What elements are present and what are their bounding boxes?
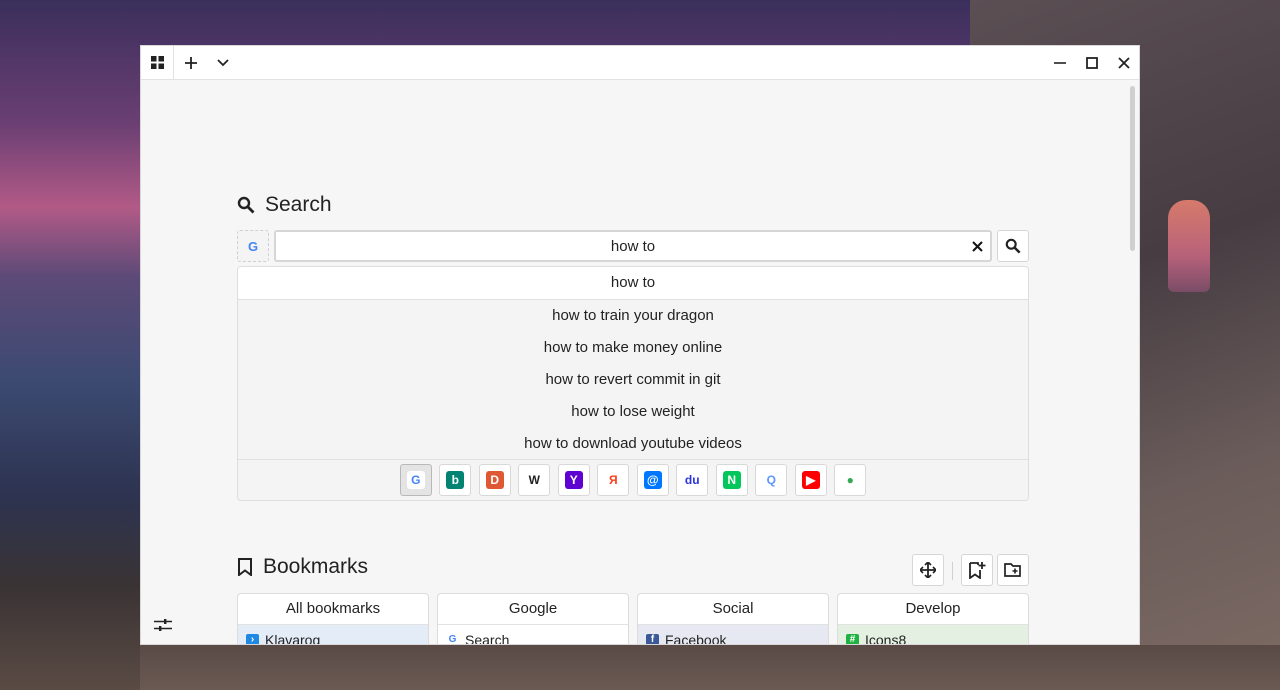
new-tab-plus-icon[interactable] <box>175 46 207 79</box>
naver-icon: N <box>722 471 741 489</box>
google-icon: G <box>406 471 425 489</box>
bookmark-label: Icons8 <box>865 632 907 645</box>
bookmark-icon <box>238 558 252 576</box>
search-bar: G <box>237 230 1029 264</box>
qwant-icon: Q <box>762 471 781 489</box>
add-folder-button[interactable] <box>997 554 1029 586</box>
scrollbar-thumb[interactable] <box>1130 86 1135 251</box>
search-title: Search <box>265 193 332 216</box>
suggestion-item[interactable]: how to revert commit in git <box>238 364 1028 396</box>
add-bookmark-button[interactable] <box>961 554 993 586</box>
folder-title[interactable]: Social <box>638 594 828 625</box>
folder-add-icon <box>1004 563 1021 577</box>
folder-title[interactable]: Develop <box>838 594 1028 625</box>
bookmarks-title: Bookmarks <box>263 555 369 578</box>
bookmark-label: Facebook <box>665 632 727 645</box>
bookmark-item[interactable]: › Klavarog <box>238 625 428 645</box>
apps-grid-icon[interactable] <box>141 46 173 79</box>
baidu-icon: du <box>683 471 702 489</box>
bookmark-item[interactable]: G Search <box>438 625 628 645</box>
engine-button-wikipedia[interactable]: W <box>518 464 551 496</box>
sliders-icon[interactable] <box>153 615 173 635</box>
maximize-icon[interactable] <box>1076 46 1108 79</box>
bookmark-label: Search <box>465 632 510 645</box>
chevron-down-icon[interactable] <box>207 46 239 79</box>
search-heading: Search <box>237 193 332 217</box>
engine-selector-button[interactable]: G <box>237 230 269 262</box>
background-arch <box>1168 200 1210 292</box>
engine-switcher: Gb D W Y Я @ du N Q ▶ ● <box>238 459 1028 500</box>
duckduckgo-icon: D <box>485 471 504 489</box>
wikipedia-icon: W <box>525 471 544 489</box>
minimize-icon[interactable] <box>1044 46 1076 79</box>
move-icon <box>920 562 936 578</box>
background-beach <box>140 645 1280 690</box>
bookmark-folder-all: All bookmarks › Klavarog <box>237 593 429 645</box>
bookmark-label: Klavarog <box>265 632 321 645</box>
google-icon: G <box>448 634 457 645</box>
toolbar-divider <box>952 562 953 580</box>
google-icon: G <box>247 238 259 254</box>
youtube-icon: ▶ <box>801 471 820 489</box>
suggestions-dropdown: how to how to train your dragon how to m… <box>237 266 1029 501</box>
engine-button-google[interactable]: G <box>399 464 432 496</box>
move-button[interactable] <box>912 554 944 586</box>
yandex-icon: Я <box>604 471 623 489</box>
suggestion-item[interactable]: how to <box>238 267 1028 300</box>
search-submit-button[interactable] <box>997 230 1029 262</box>
titlebar <box>141 46 1139 80</box>
folder-title[interactable]: Google <box>438 594 628 625</box>
suggestion-item[interactable]: how to train your dragon <box>238 300 1028 332</box>
bookmark-folder-develop: Develop # Icons8 <box>837 593 1029 645</box>
icons8-icon: # <box>846 633 859 644</box>
bookmark-add-icon <box>969 562 986 579</box>
search-icon <box>1005 238 1021 254</box>
facebook-icon: f <box>646 633 659 644</box>
suggestion-item[interactable]: how to lose weight <box>238 396 1028 428</box>
bookmark-item[interactable]: f Facebook <box>638 625 828 645</box>
engine-button-qwant[interactable]: Q <box>755 464 788 496</box>
engine-button-chrome-web-store[interactable]: ● <box>834 464 867 496</box>
bookmark-folder-google: Google G Search <box>437 593 629 645</box>
bookmark-item[interactable]: # Icons8 <box>838 625 1028 645</box>
clear-search-icon[interactable] <box>965 230 989 262</box>
suggestion-item[interactable]: how to make money online <box>238 332 1028 364</box>
search-input[interactable] <box>274 230 992 262</box>
bing-icon: b <box>446 471 465 489</box>
klavarog-icon: › <box>246 633 259 644</box>
folder-title[interactable]: All bookmarks <box>238 594 428 625</box>
engine-button-yandex[interactable]: Я <box>597 464 630 496</box>
bookmarks-heading: Bookmarks <box>237 555 368 579</box>
yahoo-icon: Y <box>564 471 583 489</box>
titlebar-divider <box>173 46 174 79</box>
engine-button-mail-ru[interactable]: @ <box>636 464 669 496</box>
mail-ru-icon: @ <box>643 471 662 489</box>
engine-button-bing[interactable]: b <box>439 464 472 496</box>
engine-button-youtube[interactable]: ▶ <box>794 464 827 496</box>
engine-button-naver[interactable]: N <box>715 464 748 496</box>
close-icon[interactable] <box>1108 46 1139 79</box>
search-icon <box>237 196 255 214</box>
bookmark-folder-social: Social f Facebook <box>637 593 829 645</box>
suggestion-item[interactable]: how to download youtube videos <box>238 428 1028 460</box>
browser-window: Search G how to how to train your dragon… <box>140 45 1140 645</box>
engine-button-yahoo[interactable]: Y <box>557 464 590 496</box>
engine-button-baidu[interactable]: du <box>676 464 709 496</box>
chrome-web-store-icon: ● <box>841 471 860 489</box>
engine-button-duckduckgo[interactable]: D <box>478 464 511 496</box>
